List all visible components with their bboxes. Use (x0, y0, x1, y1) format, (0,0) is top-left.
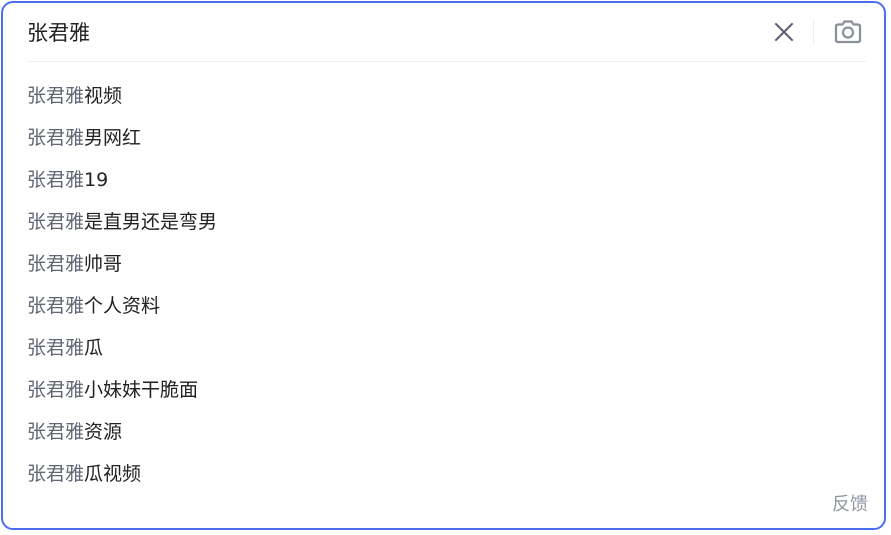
search-bar-divider (813, 19, 814, 45)
suggestion-completion-text: 帅哥 (84, 253, 123, 275)
suggestion-query-text: 张君雅 (27, 253, 85, 275)
suggestion-completion-text: 瓜视频 (84, 463, 142, 485)
suggestion-item[interactable]: 张君雅19 (3, 159, 884, 201)
search-input[interactable] (27, 15, 727, 49)
camera-icon[interactable] (831, 15, 865, 49)
suggestion-completion-text: 男网红 (84, 127, 142, 149)
search-bar (27, 3, 866, 62)
suggestion-completion-text: 视频 (84, 85, 123, 107)
suggestion-completion-text: 小妹妹干脆面 (84, 379, 199, 401)
close-icon[interactable] (769, 17, 799, 47)
suggestion-list: 张君雅视频 张君雅男网红 张君雅19 张君雅是直男还是弯男 张君雅帅哥 张君雅个… (3, 75, 884, 495)
suggestion-item[interactable]: 张君雅男网红 (3, 117, 884, 159)
suggestion-item[interactable]: 张君雅视频 (3, 75, 884, 117)
suggestion-item[interactable]: 张君雅是直男还是弯男 (3, 201, 884, 243)
search-suggestion-panel: 张君雅视频 张君雅男网红 张君雅19 张君雅是直男还是弯男 张君雅帅哥 张君雅个… (1, 1, 886, 530)
suggestion-completion-text: 19 (84, 169, 109, 191)
suggestion-query-text: 张君雅 (27, 463, 85, 485)
suggestion-item[interactable]: 张君雅帅哥 (3, 243, 884, 285)
suggestion-query-text: 张君雅 (27, 421, 85, 443)
suggestion-item[interactable]: 张君雅瓜视频 (3, 453, 884, 495)
suggestion-item[interactable]: 张君雅个人资料 (3, 285, 884, 327)
suggestion-query-text: 张君雅 (27, 169, 85, 191)
suggestion-completion-text: 资源 (84, 421, 123, 443)
suggestion-query-text: 张君雅 (27, 211, 85, 233)
suggestion-completion-text: 瓜 (84, 337, 104, 359)
suggestion-query-text: 张君雅 (27, 337, 85, 359)
feedback-link[interactable]: 反馈 (832, 490, 868, 516)
suggestion-query-text: 张君雅 (27, 295, 85, 317)
suggestion-completion-text: 个人资料 (84, 295, 161, 317)
suggestion-query-text: 张君雅 (27, 85, 85, 107)
suggestion-query-text: 张君雅 (27, 127, 85, 149)
suggestion-query-text: 张君雅 (27, 379, 85, 401)
suggestion-item[interactable]: 张君雅瓜 (3, 327, 884, 369)
suggestion-item[interactable]: 张君雅资源 (3, 411, 884, 453)
suggestion-completion-text: 是直男还是弯男 (84, 211, 218, 233)
suggestion-item[interactable]: 张君雅小妹妹干脆面 (3, 369, 884, 411)
